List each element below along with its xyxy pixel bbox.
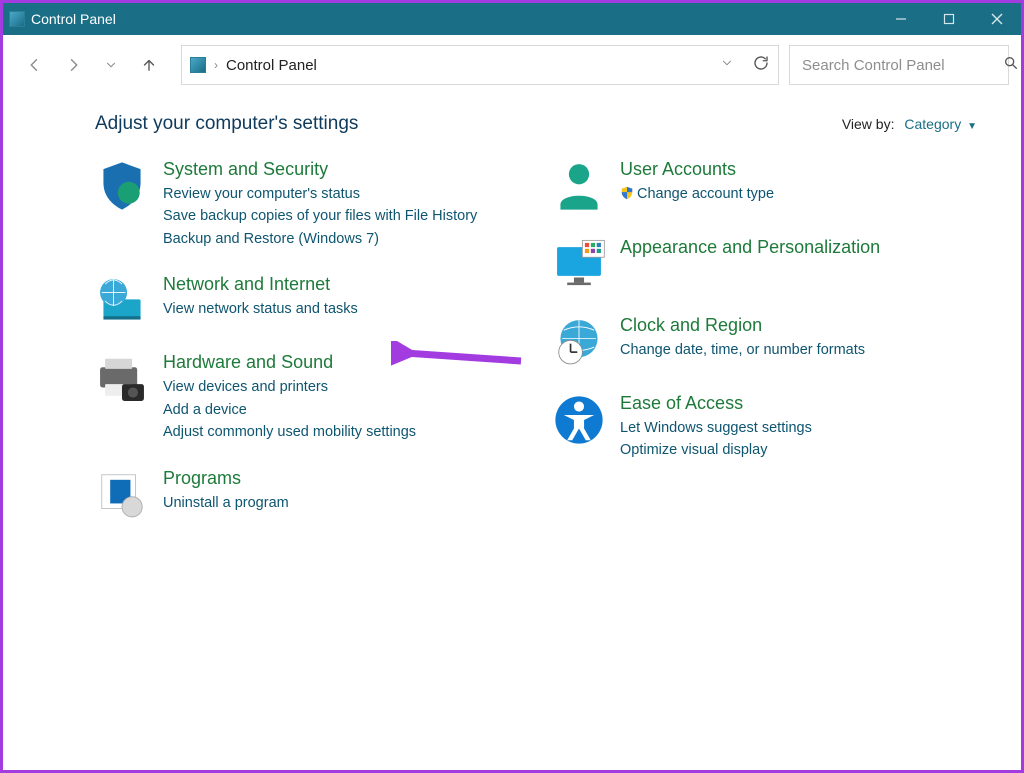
globe-monitor-icon: [95, 274, 149, 328]
app-icon: [9, 11, 25, 27]
link-devices-printers[interactable]: View devices and printers: [163, 376, 416, 398]
link-file-history[interactable]: Save backup copies of your files with Fi…: [163, 205, 477, 227]
shield-icon: [95, 159, 149, 213]
close-button[interactable]: [973, 3, 1021, 35]
recent-dropdown[interactable]: [97, 51, 125, 79]
search-icon[interactable]: [1003, 55, 1019, 75]
user-icon: [552, 159, 606, 213]
link-network-status[interactable]: View network status and tasks: [163, 298, 358, 320]
category-programs[interactable]: Programs: [163, 468, 289, 489]
view-by-selector[interactable]: View by: Category ▼: [842, 116, 977, 132]
link-change-date-time[interactable]: Change date, time, or number formats: [620, 339, 865, 361]
maximize-button[interactable]: [925, 3, 973, 35]
globe-clock-icon: [552, 315, 606, 369]
back-button[interactable]: [21, 51, 49, 79]
view-by-label: View by:: [842, 116, 895, 132]
breadcrumb[interactable]: Control Panel: [226, 57, 317, 74]
window-title: Control Panel: [31, 11, 116, 27]
link-change-account-type[interactable]: Change account type: [620, 183, 774, 205]
printer-camera-icon: [95, 352, 149, 406]
programs-icon: [95, 468, 149, 522]
category-system-security[interactable]: System and Security: [163, 159, 477, 180]
link-review-status[interactable]: Review your computer's status: [163, 183, 477, 205]
category-user-accounts[interactable]: User Accounts: [620, 159, 774, 180]
breadcrumb-chevron-icon: ›: [214, 58, 218, 72]
link-backup-restore[interactable]: Backup and Restore (Windows 7): [163, 228, 477, 250]
minimize-button[interactable]: [877, 3, 925, 35]
monitor-apps-icon: [552, 237, 606, 291]
category-appearance-personalization[interactable]: Appearance and Personalization: [620, 237, 880, 258]
view-by-value[interactable]: Category: [904, 116, 961, 132]
link-optimize-display[interactable]: Optimize visual display: [620, 439, 812, 461]
search-input[interactable]: [800, 56, 1003, 75]
window-titlebar: Control Panel: [3, 3, 1021, 35]
refresh-button[interactable]: [752, 54, 770, 76]
nav-toolbar: › Control Panel: [3, 35, 1021, 89]
address-dropdown-icon[interactable]: [720, 56, 734, 74]
link-mobility-settings[interactable]: Adjust commonly used mobility settings: [163, 421, 416, 443]
uac-shield-icon: [620, 185, 634, 199]
category-ease-of-access[interactable]: Ease of Access: [620, 393, 812, 414]
category-clock-region[interactable]: Clock and Region: [620, 315, 865, 336]
category-hardware-sound[interactable]: Hardware and Sound: [163, 352, 416, 373]
link-add-device[interactable]: Add a device: [163, 399, 416, 421]
forward-button[interactable]: [59, 51, 87, 79]
search-box[interactable]: [789, 45, 1009, 85]
link-suggest-settings[interactable]: Let Windows suggest settings: [620, 417, 812, 439]
page-title: Adjust your computer's settings: [95, 113, 358, 135]
accessibility-icon: [552, 393, 606, 447]
category-network-internet[interactable]: Network and Internet: [163, 274, 358, 295]
chevron-down-icon: ▼: [967, 121, 977, 132]
up-button[interactable]: [135, 51, 163, 79]
address-icon: [190, 57, 206, 73]
link-uninstall-program[interactable]: Uninstall a program: [163, 492, 289, 514]
address-bar[interactable]: › Control Panel: [181, 45, 779, 85]
